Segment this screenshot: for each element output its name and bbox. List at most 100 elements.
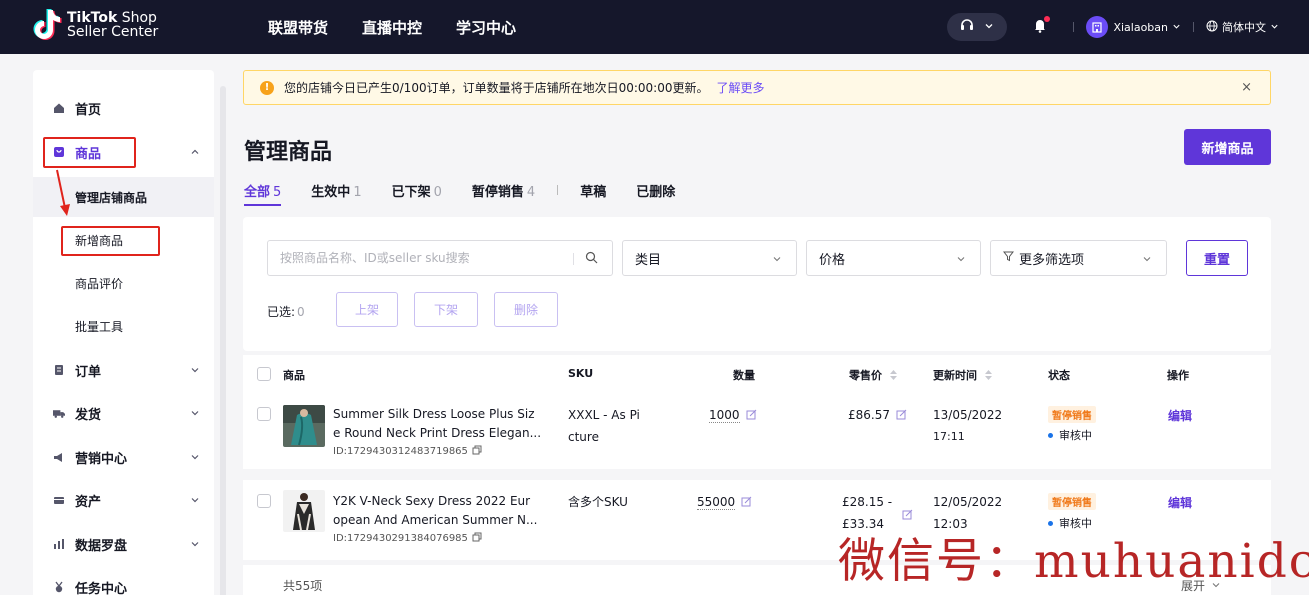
tab-drafts[interactable]: 草稿 — [580, 181, 606, 200]
delist-button[interactable]: 下架 — [414, 292, 478, 327]
nav-learning-center[interactable]: 学习中心 — [456, 17, 516, 38]
nav-affiliate[interactable]: 联盟带货 — [268, 17, 328, 38]
notification-bell[interactable] — [1033, 15, 1051, 37]
reset-button[interactable]: 重置 — [1186, 240, 1248, 276]
selected-label: 已选: — [267, 305, 296, 319]
product-name[interactable]: Y2K V-Neck Sexy Dress 2022 Eur opean And… — [333, 492, 551, 530]
sidebar-item-label: 管理店铺商品 — [75, 190, 148, 205]
product-name[interactable]: Summer Silk Dress Loose Plus Siz e Round… — [333, 405, 551, 443]
status-badge: 暂停销售 — [1048, 493, 1096, 510]
column-quantity: 数量 — [733, 369, 755, 382]
column-status: 状态 — [1048, 369, 1070, 382]
selected-number: 0 — [297, 305, 305, 319]
edit-link[interactable]: 编辑 — [1168, 407, 1192, 424]
more-filters-select[interactable]: 更多筛选项 — [990, 240, 1167, 276]
sidebar-item-bulk-tools[interactable]: 批量工具 — [33, 306, 214, 346]
search-input[interactable] — [280, 251, 570, 265]
sidebar-item-label: 资产 — [75, 494, 102, 510]
product-thumbnail[interactable] — [283, 405, 325, 447]
sidebar-item-label: 营销中心 — [75, 451, 128, 467]
sidebar-item-data-compass[interactable]: 数据罗盘 — [33, 524, 214, 564]
column-updated[interactable]: 更新时间 — [933, 367, 992, 383]
sidebar-item-product-reviews[interactable]: 商品评价 — [33, 263, 214, 303]
sku-line: cture — [568, 430, 599, 444]
tab-suspended[interactable]: 暂停销售 4 — [472, 181, 535, 200]
arrow-down-icon — [56, 169, 70, 216]
product-name-line: e Round Neck Print Dress Elegan... — [333, 426, 542, 440]
shop-avatar[interactable] — [1086, 16, 1109, 38]
tab-deleted[interactable]: 已删除 — [636, 181, 675, 200]
language-label: 简体中文 — [1222, 21, 1266, 34]
chevron-down-icon — [984, 20, 994, 35]
add-product-button[interactable]: 新增商品 — [1184, 129, 1271, 165]
tab-count: 0 — [433, 184, 442, 200]
table-row: Summer Silk Dress Loose Plus Siz e Round… — [243, 393, 1271, 469]
selected-count: 已选: 0 — [267, 303, 305, 320]
tab-all[interactable]: 全部 5 — [244, 181, 282, 206]
quantity-cell[interactable]: 1000 — [709, 404, 757, 427]
product-id: ID:1729430291384076985 — [333, 532, 482, 545]
edit-icon[interactable] — [896, 405, 907, 427]
tab-count: 4 — [526, 184, 536, 200]
tab-count: 1 — [353, 184, 362, 200]
copy-icon[interactable] — [472, 445, 482, 458]
filter-panel: 类目 价格 更多筛选项 重置 已选:0 上架 下架 删除 — [243, 217, 1271, 351]
updated-time: 17:11 — [933, 430, 965, 443]
divider — [1193, 22, 1194, 32]
row-checkbox[interactable] — [257, 407, 271, 421]
tab-count: 5 — [273, 184, 282, 200]
sidebar-item-home[interactable]: 首页 — [33, 88, 214, 128]
product-thumbnail[interactable] — [283, 490, 325, 532]
sidebar-item-orders[interactable]: 订单 — [33, 350, 214, 390]
column-price[interactable]: 零售价 — [849, 367, 897, 383]
category-label: 类目 — [635, 252, 662, 268]
nav-live-control[interactable]: 直播中控 — [362, 17, 422, 38]
sidebar-scrollbar[interactable] — [220, 86, 226, 595]
sidebar-item-label: 订单 — [75, 364, 102, 380]
edit-link[interactable]: 编辑 — [1168, 494, 1192, 511]
close-icon[interactable]: × — [1241, 80, 1252, 95]
row-checkbox[interactable] — [257, 494, 271, 508]
category-select[interactable]: 类目 — [622, 240, 797, 276]
edit-icon[interactable] — [741, 492, 752, 514]
edit-icon[interactable] — [746, 405, 757, 427]
watermark-text: 微信号：muhuanidc — [838, 534, 1309, 589]
delete-button[interactable]: 删除 — [494, 292, 558, 327]
price-cell[interactable]: £86.57 — [848, 404, 907, 427]
tab-active[interactable]: 生效中 1 — [311, 181, 361, 200]
sidebar-item-marketing[interactable]: 营销中心 — [33, 437, 214, 477]
order-limit-notice: ! 您的店铺今日已产生0/100订单，订单数量将于店铺所在地次日00:00:00… — [243, 70, 1271, 105]
sku-line: 含多个SKU — [568, 495, 628, 509]
user-menu[interactable]: Xialaoban — [1113, 21, 1181, 34]
price-select[interactable]: 价格 — [806, 240, 981, 276]
select-all-checkbox[interactable] — [257, 367, 271, 381]
tab-delisted[interactable]: 已下架 0 — [392, 181, 442, 200]
column-product: 商品 — [283, 369, 305, 382]
sidebar-item-task-center[interactable]: 任务中心 — [33, 567, 214, 595]
sidebar-item-assets[interactable]: 资产 — [33, 480, 214, 520]
chevron-down-icon — [190, 451, 200, 466]
search-icon[interactable] — [585, 251, 598, 268]
support-dropdown[interactable] — [947, 13, 1008, 41]
review-status: 审核中 — [1048, 427, 1092, 443]
logo-subtitle: Seller Center — [67, 24, 159, 40]
highlight-box-products — [43, 137, 136, 168]
highlight-box-add-product — [61, 226, 160, 256]
headset-icon — [960, 18, 974, 36]
list-button[interactable]: 上架 — [336, 292, 398, 327]
price-value: £28.15 - — [842, 495, 893, 509]
price-label: 价格 — [819, 252, 846, 268]
product-id: ID:1729430312483719865 — [333, 445, 482, 458]
sort-icon — [985, 369, 992, 383]
sidebar-item-shipping[interactable]: 发货 — [33, 393, 214, 433]
top-nav: 联盟带货 直播中控 学习中心 — [268, 0, 550, 54]
quantity-cell[interactable]: 55000 — [697, 491, 752, 514]
tiktok-shop-logo[interactable]: TikTok Shop Seller Center — [33, 8, 158, 42]
divider — [573, 253, 574, 265]
truck-icon — [53, 407, 65, 419]
copy-icon[interactable] — [472, 532, 482, 545]
learn-more-link[interactable]: 了解更多 — [716, 79, 764, 96]
tiktok-logo-icon — [33, 8, 63, 42]
language-selector[interactable]: 简体中文 — [1206, 19, 1279, 35]
wallet-icon — [53, 494, 65, 506]
